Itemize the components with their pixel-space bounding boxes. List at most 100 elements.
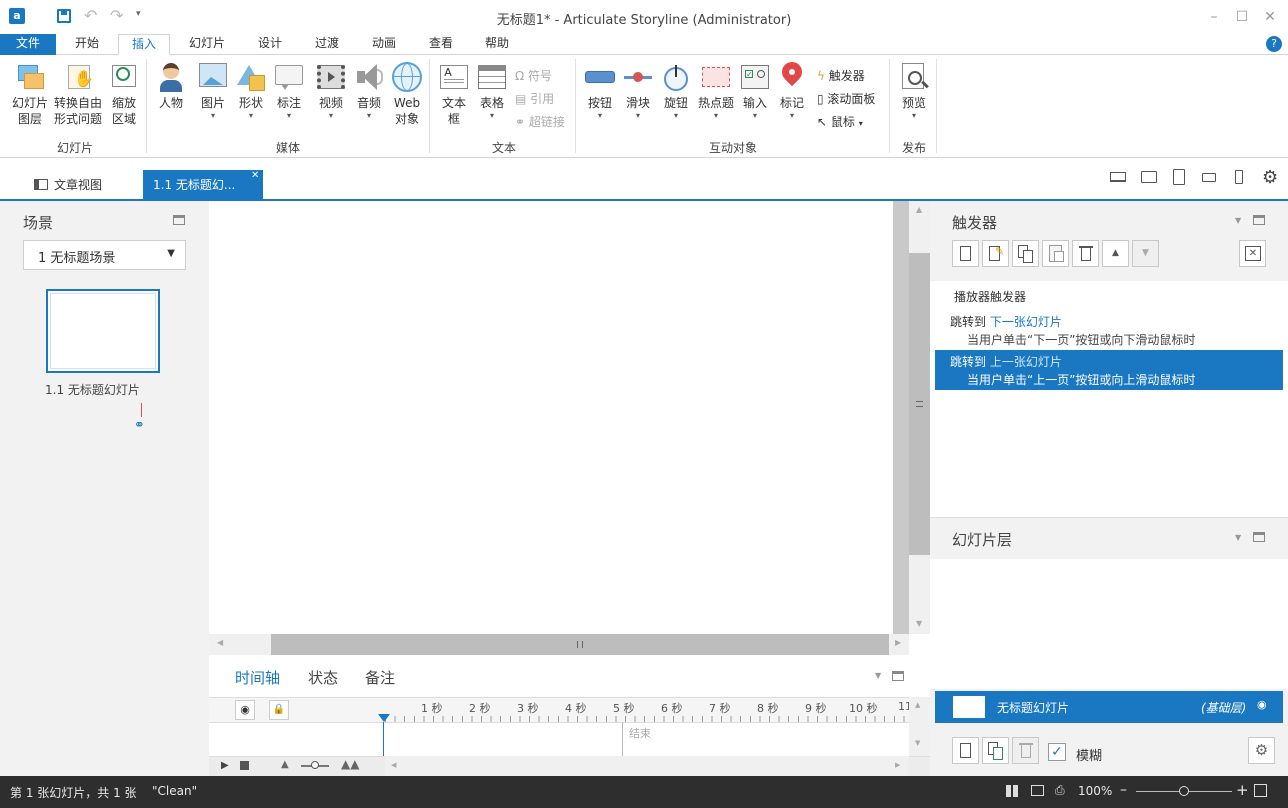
delete-trigger-icon[interactable]: [1072, 240, 1099, 267]
panel-restore-icon[interactable]: [173, 215, 185, 225]
table-button[interactable]: 表格 ▾: [473, 61, 511, 121]
tab-help[interactable]: 帮助: [474, 34, 520, 55]
zoom-in-icon[interactable]: ▲▲: [341, 757, 359, 771]
callout-button[interactable]: 标注 ▾: [270, 61, 308, 121]
zoom-slider[interactable]: [301, 761, 329, 769]
shape-button[interactable]: 形状 ▾: [232, 61, 270, 121]
chevron-down-icon[interactable]: ▼: [1235, 533, 1241, 542]
playhead[interactable]: [378, 714, 390, 722]
scene-select[interactable]: 1 无标题场景 ▼: [23, 240, 186, 270]
new-layer-icon[interactable]: [952, 737, 979, 764]
tab-file[interactable]: 文件: [0, 34, 56, 55]
trigger-item-prev[interactable]: 跳转到 上一张幻灯片 当用户单击“上一页”按钮或向上滑动鼠标时: [935, 350, 1283, 390]
edit-trigger-icon[interactable]: ✎: [982, 240, 1009, 267]
slide-layers-button[interactable]: 幻灯片 图层: [8, 61, 52, 127]
panel-restore-icon[interactable]: [892, 671, 904, 681]
horizontal-scrollbar[interactable]: ◀ ▶: [209, 634, 909, 655]
eye-icon[interactable]: ◉: [1257, 698, 1267, 711]
tablet-portrait-icon[interactable]: [1173, 169, 1185, 185]
zoom-level[interactable]: 100%: [1078, 784, 1112, 798]
tab-home[interactable]: 开始: [62, 34, 112, 55]
hyperlink-button[interactable]: ⚭ 超链接: [515, 113, 565, 131]
panel-restore-icon[interactable]: [1253, 215, 1265, 225]
slide-canvas[interactable]: [209, 201, 909, 634]
story-view-status-icon[interactable]: ⎙: [1055, 783, 1065, 798]
phone-portrait-icon[interactable]: [1235, 170, 1243, 184]
scroll-down-icon[interactable]: ▼: [916, 619, 922, 628]
paste-trigger-icon[interactable]: [1042, 240, 1069, 267]
play-icon[interactable]: ▶: [221, 760, 229, 771]
maximize-icon[interactable]: ☐: [1231, 6, 1253, 28]
picture-button[interactable]: 图片 ▾: [194, 61, 232, 121]
tab-insert[interactable]: 插入: [118, 34, 170, 56]
close-tab-icon[interactable]: ✕: [251, 170, 259, 181]
chevron-down-icon[interactable]: ▼: [1235, 216, 1241, 225]
tab-animations[interactable]: 动画: [360, 34, 408, 55]
eye-icon[interactable]: ◉: [235, 700, 255, 720]
timeline-vscroll[interactable]: ▲ ▼: [909, 697, 930, 756]
slider-button[interactable]: 滑块 ▾: [619, 61, 657, 121]
panel-restore-icon[interactable]: [1253, 532, 1265, 542]
scroll-thumb[interactable]: [909, 253, 930, 555]
vertical-scrollbar[interactable]: ▲ ▼: [909, 201, 930, 634]
delete-layer-icon[interactable]: [1012, 737, 1039, 764]
symbol-button[interactable]: Ω 符号: [515, 67, 552, 85]
timeline-hscroll[interactable]: ◀ ▶: [385, 756, 909, 776]
tab-notes[interactable]: 备注: [365, 667, 395, 688]
fit-to-window-icon[interactable]: [1254, 784, 1267, 797]
character-button[interactable]: 人物: [152, 61, 190, 111]
video-button[interactable]: 视频 ▾: [312, 61, 350, 121]
close-icon[interactable]: ✕: [1259, 6, 1281, 28]
zoom-out-button[interactable]: –: [1120, 782, 1127, 798]
scroll-up-icon[interactable]: ▲: [916, 205, 922, 214]
copy-trigger-icon[interactable]: [1012, 240, 1039, 267]
mouse-button[interactable]: ↖ 鼠标 ▾: [817, 113, 863, 131]
link-icon[interactable]: ⚭: [134, 418, 145, 433]
dial-button[interactable]: 旋钮 ▾: [657, 61, 695, 121]
marker-button[interactable]: 标记 ▾: [774, 57, 810, 121]
scroll-panel-button[interactable]: ▯ 滚动面板: [817, 90, 875, 108]
zoom-out-icon[interactable]: ▲: [281, 759, 289, 770]
new-trigger-icon[interactable]: [952, 240, 979, 267]
button-button[interactable]: 按钮 ▾: [581, 61, 619, 121]
story-view-tab[interactable]: 文章视图: [22, 170, 134, 201]
layer-properties-gear-icon[interactable]: ⚙: [1248, 737, 1275, 764]
normal-view-icon[interactable]: [1031, 785, 1044, 796]
base-layer-row[interactable]: 无标题幻灯片 (基础层) ◉: [935, 691, 1283, 723]
tab-design[interactable]: 设计: [246, 34, 294, 55]
laptop-icon[interactable]: [1110, 172, 1126, 182]
chevron-down-icon[interactable]: ▼: [875, 671, 881, 680]
minimize-icon[interactable]: –: [1203, 6, 1225, 28]
help-icon[interactable]: ?: [1266, 36, 1282, 52]
phone-landscape-icon[interactable]: [1202, 173, 1216, 182]
stop-icon[interactable]: [240, 761, 249, 770]
lock-icon[interactable]: 🔒: [269, 700, 289, 720]
tab-view[interactable]: 查看: [418, 34, 464, 55]
end-marker-line[interactable]: [622, 722, 623, 756]
move-down-icon[interactable]: ▼: [1132, 240, 1159, 267]
slide-thumbnail[interactable]: [46, 289, 160, 373]
input-button[interactable]: ✓ 输入 ▾: [736, 61, 774, 121]
tablet-landscape-icon[interactable]: [1141, 171, 1157, 183]
audio-button[interactable]: 音频 ▾: [350, 61, 388, 121]
dim-checkbox[interactable]: ✓: [1048, 743, 1066, 761]
manage-variables-icon[interactable]: ✕: [1239, 240, 1266, 267]
slide-tab[interactable]: 1.1 无标题幻...: [143, 170, 263, 201]
zoom-region-button[interactable]: 缩放 区域: [104, 61, 144, 127]
tab-states[interactable]: 状态: [308, 667, 338, 688]
move-up-icon[interactable]: ▲: [1102, 240, 1129, 267]
tab-slides[interactable]: 幻灯片: [180, 34, 234, 55]
convert-freeform-button[interactable]: ✋ 转换自由 形式问题: [52, 61, 104, 127]
preview-button[interactable]: 预览 ▾: [895, 61, 933, 121]
grid-view-icon[interactable]: [1006, 785, 1018, 797]
scroll-right-icon[interactable]: ▶: [895, 638, 901, 647]
zoom-in-button[interactable]: +: [1236, 781, 1249, 799]
web-object-button[interactable]: Web 对象: [388, 61, 426, 127]
scroll-left-icon[interactable]: ◀: [217, 638, 223, 647]
zoom-slider[interactable]: [1136, 786, 1232, 796]
hotspot-button[interactable]: 热点题 ▾: [696, 61, 736, 121]
trigger-item-next[interactable]: 跳转到 下一张幻灯片 当用户单击“下一页”按钮或向下滑动鼠标时: [935, 311, 1283, 349]
trigger-button[interactable]: ϟ 触发器: [817, 67, 865, 85]
tab-timeline[interactable]: 时间轴: [235, 667, 280, 688]
textbox-button[interactable]: A 文本 框: [435, 61, 473, 127]
